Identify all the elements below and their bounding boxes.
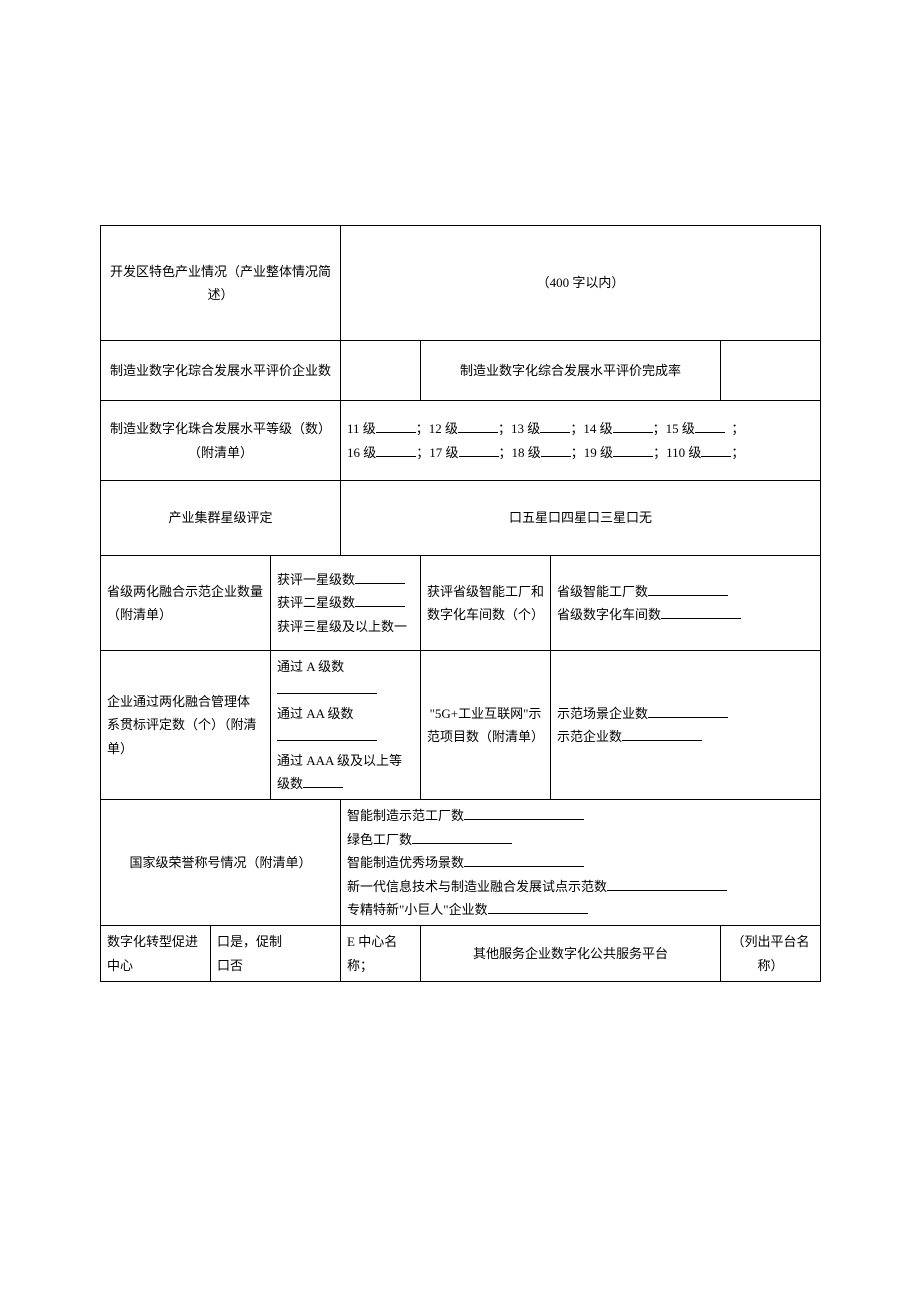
row-eval-count: 制造业数字化琮合发展水平评价企业数 制造业数字化综合发展水平评价完成率 (101, 341, 821, 401)
cell-smart-factory-counts[interactable]: 省级智能工厂数 省级数字化车间数 (551, 556, 821, 651)
cell-cert-grade-counts[interactable]: 通过 A 级数 通过 AA 级数 通过 AAA 级及以上等级数 (271, 651, 421, 800)
label-5g-demo: "5G+工业互联网"示范项目数（附清单） (421, 651, 551, 800)
row-provincial-integration: 省级两化融合示范企业数量（附清单） 获评一星级数 获评二星级数 获评三星级及以上… (101, 556, 821, 651)
cell-cluster-rating[interactable]: 口五星口四星口三星口无 (341, 481, 821, 556)
input-eval-enterprise-count[interactable] (341, 341, 421, 401)
cell-5g-demo-counts[interactable]: 示范场景企业数 示范企业数 (551, 651, 821, 800)
label-digital-center: 数字化转型促进中心 (101, 926, 211, 982)
row-industry-overview: 开发区特色产业情况（产业整体情况简述） （400 字以内） (101, 226, 821, 341)
row-cluster-rating: 产业集群星级评定 口五星口四星口三星口无 (101, 481, 821, 556)
cell-industry-overview-hint[interactable]: （400 字以内） (341, 226, 821, 341)
input-eval-completion-rate[interactable] (721, 341, 821, 401)
label-other-platforms: 其他服务企业数字化公共服务平台 (421, 926, 721, 982)
cell-digital-center-name[interactable]: E 中心名称； (341, 926, 421, 982)
label-level-counts: 制造业数字化珠合发展水平等级（数）（附清单） (101, 401, 341, 481)
label-eval-enterprise-count: 制造业数字化琮合发展水平评价企业数 (101, 341, 341, 401)
label-smart-factory: 获评省级智能工厂和数字化车间数（个） (421, 556, 551, 651)
row-national-honors: 国家级荣誉称号情况（附清单） 智能制造示范工厂数 绿色工厂数 智能制造优秀场景数… (101, 800, 821, 926)
document-page: 开发区特色产业情况（产业整体情况简述） （400 字以内） 制造业数字化琮合发展… (0, 0, 920, 1301)
row-level-counts: 制造业数字化珠合发展水平等级（数）（附清单） 11 级；12 级；13 级；14… (101, 401, 821, 481)
cell-national-honors[interactable]: 智能制造示范工厂数 绿色工厂数 智能制造优秀场景数 新一代信息技术与制造业融合发… (341, 800, 821, 926)
label-provincial-integration: 省级两化融合示范企业数量（附清单） (101, 556, 271, 651)
row-integration-cert: 企业通过两化融合管理体 系贯标评定数（个）（附清单） 通过 A 级数 通过 AA… (101, 651, 821, 800)
label-industry-overview: 开发区特色产业情况（产业整体情况简述） (101, 226, 341, 341)
row-digital-center: 数字化转型促进中心 口是，促制 口否 E 中心名称； 其他服务企业数字化公共服务… (101, 926, 821, 982)
label-national-honors: 国家级荣誉称号情况（附清单） (101, 800, 341, 926)
cell-digital-center-yesno[interactable]: 口是，促制 口否 (211, 926, 341, 982)
cell-list-platforms[interactable]: （列出平台名称） (721, 926, 821, 982)
cell-star-counts[interactable]: 获评一星级数 获评二星级数 获评三星级及以上数一 (271, 556, 421, 651)
form-table: 开发区特色产业情况（产业整体情况简述） （400 字以内） 制造业数字化琮合发展… (100, 225, 821, 982)
cell-level-counts[interactable]: 11 级；12 级；13 级；14 级；15 级 ； 16 级；17 级；18 … (341, 401, 821, 481)
label-integration-cert: 企业通过两化融合管理体 系贯标评定数（个）（附清单） (101, 651, 271, 800)
label-eval-completion-rate: 制造业数字化综合发展水平评价完成率 (421, 341, 721, 401)
label-cluster-rating: 产业集群星级评定 (101, 481, 341, 556)
